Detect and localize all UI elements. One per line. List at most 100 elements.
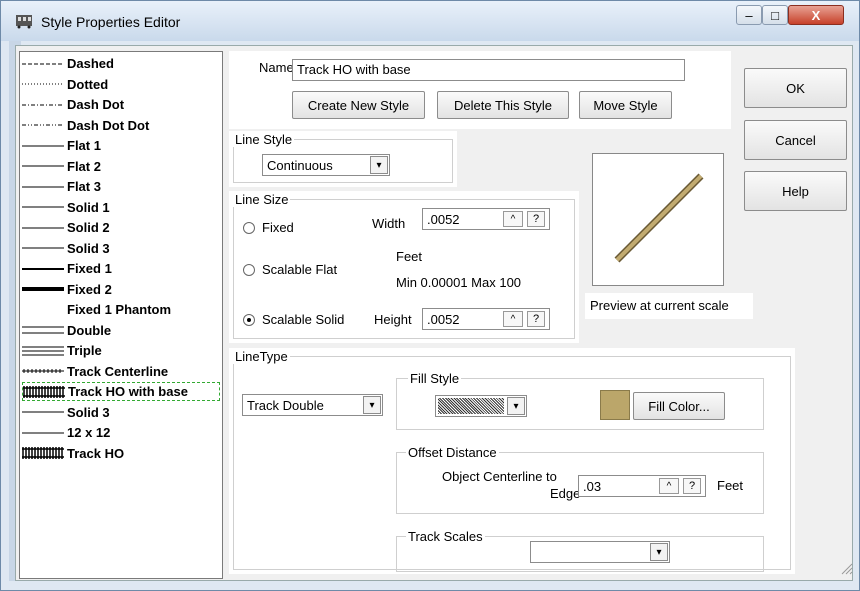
style-list-item[interactable]: Fixed 1 [22,259,220,278]
close-button[interactable]: X [788,5,844,25]
line-swatch-icon [22,324,64,336]
help-button[interactable]: Help [744,171,847,211]
linetype-panel: LineType Track Double ▾ Fill Style ▾ Fil… [229,348,795,574]
style-list-item-label: Dash Dot Dot [67,117,150,133]
minimize-button[interactable]: – [736,5,762,25]
style-list-item-label: Track HO with base [68,384,188,399]
window-title: Style Properties Editor [41,14,181,30]
ok-button[interactable]: OK [744,68,847,108]
style-list[interactable]: Dashed Dotted Dash Dot Dash Dot Dot Flat 1 Fl… [19,51,223,579]
line-style-panel: Line Style Continuous ▾ [229,131,457,187]
line-swatch-icon [22,222,64,234]
width-spinner[interactable]: .0052 ^ ? [422,208,550,230]
scalable-flat-label: Scalable Flat [262,262,338,277]
line-swatch-icon [23,385,65,398]
track-scales-select[interactable]: ▾ [530,541,670,563]
width-help-button[interactable]: ? [527,211,545,227]
resize-grip-icon[interactable] [839,561,853,575]
scalable-flat-radio[interactable] [243,264,255,276]
line-swatch-icon [22,345,64,357]
style-list-item[interactable]: Dash Dot Dot [22,116,220,135]
height-spinner[interactable]: .0052 ^ ? [422,308,550,330]
offset-help-button[interactable]: ? [683,478,701,494]
line-size-title: Line Size [233,192,291,207]
style-list-item[interactable]: Dash Dot [22,95,220,114]
offset-units-label: Feet [717,478,744,493]
app-icon [16,15,32,29]
line-swatch-icon [22,58,64,70]
chevron-down-icon: ▾ [650,543,668,561]
preview-caption-panel: Preview at current scale [585,293,753,319]
style-list-item[interactable]: Flat 1 [22,136,220,155]
line-swatch-icon [22,140,64,152]
style-list-item[interactable]: Fixed 1 Phantom [22,300,220,319]
style-list-item[interactable]: Fixed 2 [22,280,220,299]
style-list-item-label: Flat 2 [67,158,101,174]
style-list-item-label: 12 x 12 [67,425,111,440]
style-list-item[interactable]: Dashed [22,54,220,73]
style-list-item-label: Solid 1 [67,199,110,215]
style-list-item-label: Track HO [67,445,125,461]
line-swatch-icon [22,201,64,213]
width-up-button[interactable]: ^ [503,211,523,227]
line-style-title: Line Style [233,132,295,147]
style-list-item[interactable]: Solid 3 [22,239,220,258]
name-input[interactable]: Track HO with base [292,59,685,81]
offset-label-line-2: Edge [550,486,581,501]
style-list-item[interactable]: Solid 2 [22,218,220,237]
title-bar[interactable]: Style Properties Editor – □ X [1,1,859,41]
maximize-button[interactable]: □ [762,5,788,25]
chevron-down-icon: ▾ [363,396,381,414]
line-swatch-icon [22,99,64,111]
min-max-label: Min 0.00001 Max 100 [396,275,522,290]
style-list-item[interactable]: Track Centerline [22,362,220,381]
line-swatch-icon [22,78,64,90]
create-new-style-button[interactable]: Create New Style [292,91,425,119]
height-value: .0052 [427,312,460,327]
fill-style-title: Fill Style [408,371,462,386]
width-value: .0052 [427,212,460,227]
style-list-item[interactable]: Track HO [22,444,220,463]
move-style-button[interactable]: Move Style [579,91,672,119]
style-list-item[interactable]: Solid 1 [22,198,220,217]
line-size-panel: Line Size Fixed Width .0052 ^ ? Scalable… [229,191,579,343]
height-up-button[interactable]: ^ [503,311,523,327]
maximize-icon: □ [771,7,779,23]
preview-caption: Preview at current scale [590,298,729,313]
line-swatch-icon [22,406,64,418]
style-list-item[interactable]: Dotted [22,75,220,94]
style-list-item-label: Solid 3 [67,240,110,256]
linetype-title: LineType [233,349,290,364]
cancel-button[interactable]: Cancel [744,120,847,160]
fill-color-button[interactable]: Fill Color... [633,392,725,420]
offset-spinner[interactable]: .03 ^ ? [578,475,706,497]
style-list-item[interactable]: Flat 2 [22,157,220,176]
delete-style-button[interactable]: Delete This Style [437,91,569,119]
line-style-select[interactable]: Continuous ▾ [262,154,390,176]
style-list-item[interactable]: Flat 3 [22,177,220,196]
offset-up-button[interactable]: ^ [659,478,679,494]
height-help-button[interactable]: ? [527,311,545,327]
line-swatch-icon [22,427,64,439]
style-list-item[interactable]: Triple [22,341,220,360]
line-swatch-icon [22,283,64,295]
line-swatch-icon [22,447,64,459]
style-list-item[interactable]: Track HO with base [22,382,220,401]
style-list-item[interactable]: 12 x 12 [22,423,220,442]
close-icon: X [811,7,821,23]
style-list-item[interactable]: Solid 3 [22,403,220,422]
line-swatch-icon [22,119,64,131]
line-swatch-icon [22,304,64,316]
scalable-solid-label: Scalable Solid [262,312,345,327]
chevron-down-icon: ▾ [507,397,525,415]
fixed-radio[interactable] [243,222,255,234]
fill-color-swatch [600,390,630,420]
line-swatch-icon [22,263,64,275]
linetype-select[interactable]: Track Double ▾ [242,394,383,416]
offset-label-line-1: Object Centerline to [442,469,557,484]
fill-style-select[interactable]: ▾ [435,395,527,417]
line-style-value: Continuous [267,158,333,173]
style-list-item[interactable]: Double [22,321,220,340]
scalable-solid-radio[interactable] [243,314,255,326]
track-scales-title: Track Scales [406,529,485,544]
